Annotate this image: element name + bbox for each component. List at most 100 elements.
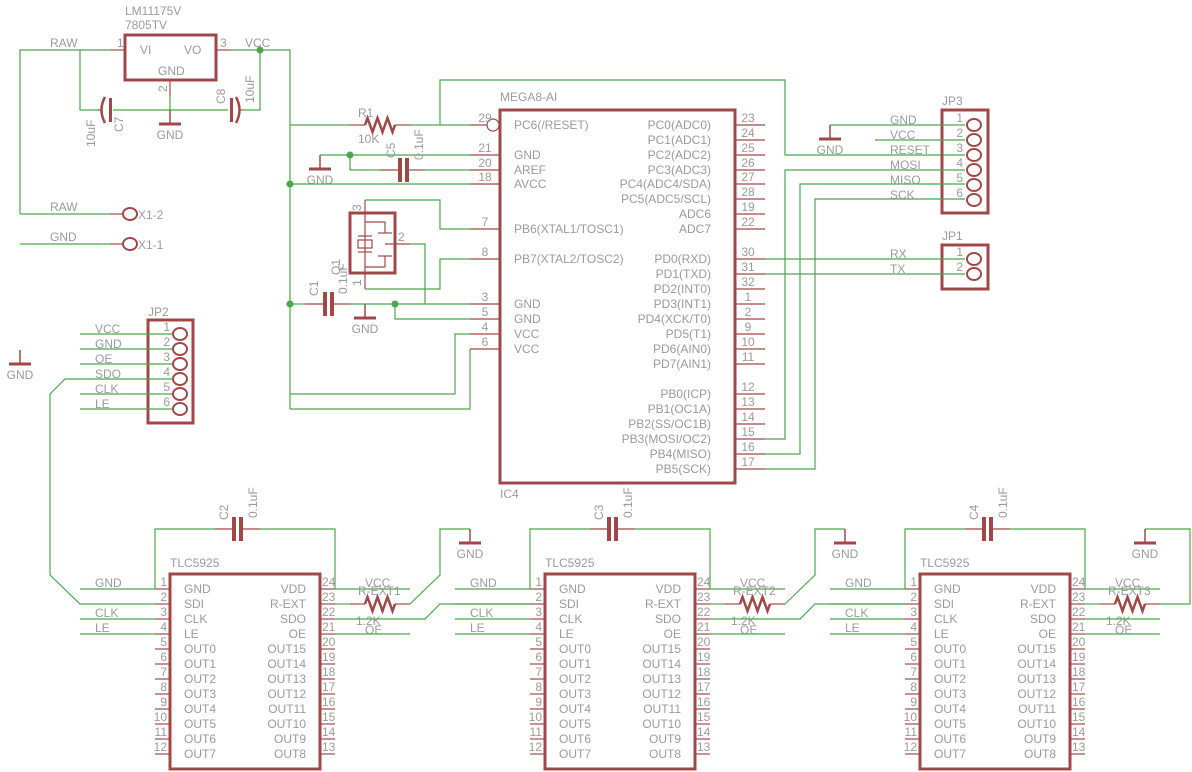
pin-number: 9 bbox=[745, 320, 752, 334]
pin-label: SDI bbox=[934, 597, 954, 611]
pin-number: 5 bbox=[956, 171, 963, 185]
pin-label: OUT13 bbox=[1017, 672, 1056, 686]
pin-label: SDI bbox=[559, 597, 579, 611]
resistor-name: R-EXT2 bbox=[733, 584, 776, 598]
pin-number: 10 bbox=[529, 710, 543, 724]
pin-number: 20 bbox=[697, 635, 711, 649]
pin-number: 2 bbox=[535, 590, 542, 604]
pin-label: PB3(MOSI/OC2) bbox=[622, 432, 711, 446]
pin-number: 23 bbox=[1072, 590, 1086, 604]
pin-number: 1 bbox=[160, 575, 167, 589]
pin-label: GND bbox=[184, 582, 211, 596]
pin-label: PC1(ADC1) bbox=[648, 133, 711, 147]
pin-label: PD4(XCK/T0) bbox=[638, 312, 711, 326]
pin-number: 9 bbox=[535, 695, 542, 709]
pin-number: 12 bbox=[741, 380, 755, 394]
net-label: GND bbox=[95, 576, 122, 590]
net-label: OE bbox=[740, 623, 757, 637]
pin-label: AREF bbox=[514, 163, 546, 177]
wire bbox=[410, 243, 426, 304]
pin-number: 15 bbox=[322, 710, 336, 724]
pin-label: PB0(ICP) bbox=[660, 387, 711, 401]
pin-number: 1 bbox=[535, 575, 542, 589]
pin-label: GND bbox=[934, 582, 961, 596]
pin-number: 11 bbox=[530, 725, 543, 739]
pin-label: SDO bbox=[655, 612, 681, 626]
pin-number: 2 bbox=[163, 335, 170, 349]
resistor-icon bbox=[363, 114, 397, 136]
pad-label: X1-1 bbox=[138, 238, 164, 252]
net-label: GND bbox=[470, 576, 497, 590]
capacitor-value: 10uF bbox=[84, 120, 98, 147]
pin-label: GND bbox=[514, 148, 541, 162]
pin-label: SDO bbox=[280, 612, 306, 626]
pin-number: 2 bbox=[398, 230, 405, 244]
capacitor-name: C8 bbox=[214, 88, 228, 104]
net-label: LE bbox=[95, 397, 110, 411]
pin-label: ADC6 bbox=[679, 207, 711, 221]
pin-number: 7 bbox=[482, 215, 489, 229]
pin-label: OUT3 bbox=[184, 687, 216, 701]
pin-label: OUT8 bbox=[274, 747, 306, 761]
pin-label: OUT15 bbox=[642, 642, 681, 656]
pin-number: 5 bbox=[535, 635, 542, 649]
pin-number: 2 bbox=[910, 590, 917, 604]
pin-number: 29 bbox=[478, 111, 492, 125]
pin-number: 4 bbox=[482, 320, 489, 334]
pin-label: OE bbox=[289, 627, 306, 641]
net-label: CLK bbox=[95, 606, 118, 620]
resistor-icon bbox=[1113, 593, 1147, 615]
pin-number: 11 bbox=[155, 725, 168, 739]
pin-label: OUT6 bbox=[559, 732, 591, 746]
wire bbox=[349, 155, 380, 171]
net-label: CLK bbox=[845, 606, 868, 620]
pin-label: PD6(AIN0) bbox=[653, 342, 711, 356]
pin-label: OUT0 bbox=[184, 642, 216, 656]
net-label: OE bbox=[95, 352, 112, 366]
pin-number: 3 bbox=[220, 36, 227, 50]
pin-label: OUT8 bbox=[1024, 747, 1056, 761]
pin-number: 31 bbox=[741, 260, 755, 274]
pin-label: VCC bbox=[514, 342, 540, 356]
pin-label: OUT3 bbox=[934, 687, 966, 701]
pin-number: 6 bbox=[163, 395, 170, 409]
pin-number: 4 bbox=[956, 156, 963, 170]
pin-number: 18 bbox=[697, 665, 711, 679]
pin-number: 21 bbox=[322, 620, 336, 634]
pin-label: OUT11 bbox=[268, 702, 306, 716]
pin-label: OUT1 bbox=[934, 657, 966, 671]
capacitor-plate bbox=[607, 517, 611, 541]
pin-number: 3 bbox=[956, 141, 963, 155]
pin-label: LE bbox=[934, 627, 949, 641]
net-label: VCC bbox=[95, 322, 121, 336]
pin-label: PD7(AIN1) bbox=[653, 357, 711, 371]
pin-number: 9 bbox=[910, 695, 917, 709]
pin-label: CLK bbox=[184, 612, 207, 626]
pin-label: OUT0 bbox=[934, 642, 966, 656]
pin-number: 23 bbox=[322, 590, 336, 604]
pin-label: OUT14 bbox=[1017, 657, 1056, 671]
pin-label: AVCC bbox=[514, 177, 547, 191]
net-label: LE bbox=[470, 621, 485, 635]
pin-number: 16 bbox=[697, 695, 711, 709]
wire bbox=[79, 50, 98, 111]
ground-label: GND bbox=[832, 547, 859, 561]
pin-number: 22 bbox=[1072, 605, 1086, 619]
pin-label: OUT2 bbox=[559, 672, 591, 686]
pin-label: OUT12 bbox=[1017, 687, 1056, 701]
resistor-icon bbox=[738, 593, 772, 615]
pin-number: 3 bbox=[160, 605, 167, 619]
pad-circle bbox=[122, 237, 138, 251]
pin-label: OUT2 bbox=[934, 672, 966, 686]
pin-label: OUT10 bbox=[267, 717, 306, 731]
wire bbox=[784, 528, 845, 605]
pad-circle bbox=[172, 402, 188, 416]
resistor-name: R1 bbox=[358, 106, 374, 120]
pin-number: 24 bbox=[1072, 575, 1086, 589]
pin-label: OUT15 bbox=[267, 642, 306, 656]
pin-number: 13 bbox=[322, 740, 336, 754]
driver-name: TLC5925 bbox=[920, 556, 970, 570]
pin-number: 6 bbox=[910, 650, 917, 664]
resistor-icon bbox=[363, 593, 397, 615]
pin-label: OUT12 bbox=[642, 687, 681, 701]
